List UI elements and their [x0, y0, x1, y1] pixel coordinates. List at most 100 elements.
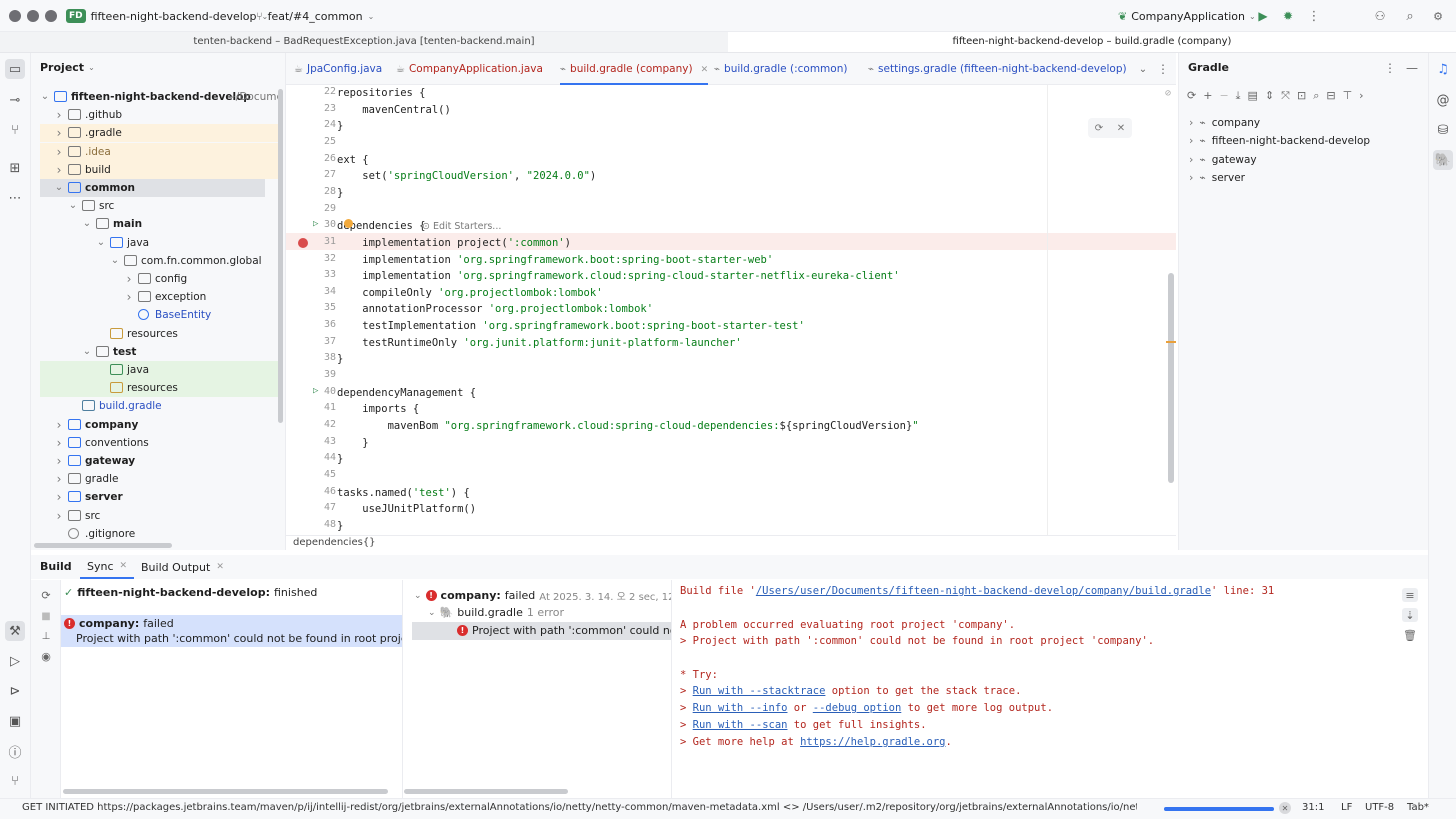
tree-item[interactable]: › company — [31, 416, 276, 434]
sync-tree-hscrollbar[interactable] — [63, 789, 388, 794]
file-encoding[interactable]: UTF-8 — [1365, 802, 1394, 813]
tree-item[interactable]: › config — [31, 270, 276, 288]
tree-item[interactable]: › gradle — [31, 470, 276, 488]
tab-sync[interactable]: Sync ✕ — [80, 555, 135, 579]
tree-item[interactable]: › src — [31, 507, 276, 525]
ai-assistant-icon[interactable]: @ — [1433, 90, 1453, 110]
pin-icon[interactable]: ⊥ — [39, 629, 53, 643]
status-message[interactable]: GET INITIATED https://packages.jetbrains… — [22, 802, 1137, 813]
tree-item[interactable]: ⌄ java — [31, 234, 276, 252]
tab-list-chevron-icon[interactable]: ⌄ — [1136, 61, 1150, 77]
failed-node-selected[interactable]: ! company: failed Project with path ':co… — [61, 615, 402, 647]
tree-item[interactable]: resources — [31, 325, 276, 343]
project-panel-title[interactable]: Project ⌄ — [40, 61, 95, 74]
build-file-link[interactable]: /Users/user/Documents/fifteen-night-back… — [756, 585, 1211, 597]
tree-item[interactable]: ⌄ main — [31, 215, 276, 233]
chevron-right-icon[interactable]: › — [54, 124, 64, 142]
gradle-help-link[interactable]: https://help.gradle.org — [800, 736, 945, 748]
view-icon[interactable]: ◉ — [39, 649, 53, 663]
chevron-right-icon[interactable]: › — [54, 106, 64, 124]
maximize-window-icon[interactable] — [45, 10, 57, 22]
caret-position[interactable]: 31:1 — [1302, 802, 1324, 813]
chevron-down-icon[interactable]: ⌄ — [96, 234, 106, 252]
sync-root-row[interactable]: ✓ fifteen-night-backend-develop: finishe… — [64, 586, 317, 599]
more-actions-icon[interactable]: ⋮ — [1306, 7, 1322, 25]
close-icon[interactable]: ✕ — [216, 562, 224, 572]
tree-item[interactable]: .gitignore — [31, 525, 276, 543]
download-icon[interactable]: ⤓ — [1236, 89, 1241, 107]
indent-settings[interactable]: Tab* — [1407, 802, 1429, 813]
build-gradle-row[interactable]: ⌄ 🐘 build.gradle 1 error — [428, 606, 564, 619]
chevron-down-icon[interactable]: ⌄ — [82, 215, 92, 233]
debug-icon[interactable]: ✹ — [1280, 7, 1296, 25]
chevron-down-icon[interactable]: ⌄ — [82, 343, 92, 361]
project-tree-hscrollbar[interactable] — [34, 543, 172, 548]
gradle-project-item[interactable]: › ⌁ gateway — [1189, 151, 1257, 169]
chevron-right-icon[interactable]: › — [54, 143, 64, 161]
gradle-project-item[interactable]: › ⌁ fifteen-night-backend-develop — [1189, 132, 1370, 150]
tree-item[interactable]: ⌄ common — [31, 179, 276, 197]
chevron-right-icon[interactable]: › — [54, 452, 64, 470]
git-tool-icon[interactable]: ⑂ — [5, 120, 25, 140]
settings-icon[interactable]: ⚙ — [1430, 7, 1446, 25]
line-separator[interactable]: LF — [1341, 802, 1352, 813]
show-dependencies-icon[interactable]: ⊤ — [1343, 89, 1353, 107]
soft-wrap-icon[interactable]: ≡ — [1402, 588, 1418, 602]
build-console[interactable]: Build file '/Users/user/Documents/fiftee… — [672, 580, 1386, 798]
notifications-icon[interactable]: ♫ — [1433, 59, 1453, 79]
code-with-me-icon[interactable]: ⚇ — [1372, 7, 1388, 25]
editor-more-icon[interactable]: ⋮ — [1156, 61, 1170, 77]
editor-tab[interactable]: ⌁ build.gradle (:common) — [714, 53, 862, 85]
edit-starters-hint[interactable]: ⊙ Edit Starters... — [422, 219, 501, 235]
error-message-row[interactable]: ! Project with path ':common' could not … — [412, 622, 671, 640]
gradle-reload-icon[interactable]: ⟳ — [1095, 123, 1103, 134]
remove-icon[interactable]: − — [1219, 89, 1228, 107]
chevron-right-icon[interactable]: › — [54, 161, 64, 179]
gradle-project-item[interactable]: › ⌁ server — [1189, 169, 1245, 187]
chevron-right-icon[interactable]: › — [1189, 132, 1193, 150]
version-control-tool-icon[interactable]: ⑂ — [5, 771, 25, 791]
run-gutter-icon[interactable]: ▷ — [313, 386, 318, 396]
chevron-right-icon[interactable]: › — [1189, 114, 1193, 132]
tasks-icon[interactable]: ▤ — [1248, 89, 1258, 107]
close-icon[interactable]: ✕ — [120, 561, 128, 571]
editor-tab[interactable]: ⌁ settings.gradle (fifteen-night-backend-… — [868, 53, 1127, 85]
search-icon[interactable]: ⌕ — [1402, 7, 1418, 25]
tree-item[interactable]: › conventions — [31, 434, 276, 452]
toggle-offline-icon[interactable]: ⊟ — [1326, 89, 1335, 107]
company-failed-row[interactable]: ⌄ ! company: failed At 2025. 3. 14. 오 2 … — [414, 588, 671, 603]
database-icon[interactable]: ⛁ — [1433, 120, 1453, 140]
tab-build-output[interactable]: Build Output ✕ — [141, 555, 224, 579]
intention-bulb-icon[interactable] — [344, 219, 353, 228]
scroll-to-end-icon[interactable]: ⇣ — [1402, 608, 1418, 622]
run-config-selector[interactable]: ❦ CompanyApplication ⌄ — [1118, 7, 1256, 25]
info-link[interactable]: Run with --info — [693, 702, 788, 714]
chevron-right-icon[interactable]: › — [54, 416, 64, 434]
editor-tab[interactable]: ☕ JpaConfig.java — [294, 53, 390, 85]
chevron-right-icon[interactable]: › — [1359, 89, 1363, 107]
commit-tool-icon[interactable]: ⊸ — [5, 90, 25, 110]
scan-link[interactable]: Run with --scan — [693, 719, 788, 731]
project-tool-icon[interactable]: ▭ — [5, 59, 25, 79]
tree-item[interactable]: › exception — [31, 288, 276, 306]
project-tree-scrollbar[interactable] — [278, 89, 283, 423]
editor-scrollbar[interactable] — [1168, 273, 1174, 483]
gradle-project-item[interactable]: › ⌁ company — [1189, 114, 1260, 132]
services-tool-icon[interactable]: ⊳ — [5, 681, 25, 701]
build-title[interactable]: Build — [40, 560, 72, 573]
build-tool-icon[interactable]: ⚒ — [5, 621, 25, 641]
tree-item[interactable]: › build — [31, 160, 282, 179]
reload-icon[interactable]: ⟳ — [1187, 89, 1196, 107]
tree-item[interactable]: › server — [31, 488, 276, 506]
tree-item[interactable]: ⌄ src — [31, 197, 276, 215]
branch-switcher[interactable]: ⑂ feat/#4_common ⌄ — [256, 7, 374, 25]
more-tools-icon[interactable]: ⋯ — [5, 188, 25, 208]
chevron-down-icon[interactable]: ⌄ — [40, 88, 50, 106]
gradle-more-icon[interactable]: ⋮ — [1383, 61, 1397, 75]
tree-item[interactable]: › .github — [31, 106, 276, 124]
project-switcher[interactable]: FD fifteen-night-backend-develop ⌄ — [66, 7, 268, 25]
collapse-all-icon[interactable]: ⤧ — [1281, 89, 1290, 107]
group-modules-icon[interactable]: ⊡ — [1297, 89, 1306, 107]
breadcrumb-item[interactable]: dependencies{} — [293, 537, 376, 548]
terminal-tool-icon[interactable]: ▣ — [5, 711, 25, 731]
